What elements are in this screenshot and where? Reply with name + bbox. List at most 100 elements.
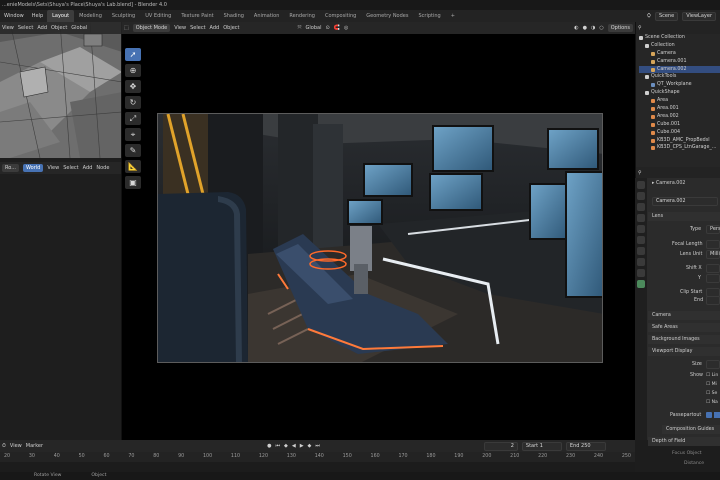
timeline-menu-view[interactable]: View	[10, 443, 22, 449]
node-menu-select[interactable]: Select	[63, 165, 78, 171]
outliner-item[interactable]: Area	[639, 97, 720, 105]
outliner-item[interactable]: Camera.001	[639, 58, 720, 66]
play-button[interactable]: ▶	[300, 443, 304, 449]
outliner-item[interactable]: Cube.004	[639, 129, 720, 137]
timeline-ruler[interactable]: 20 30 40 50 60 70 80 90 100 110 120 130 140 150 160 170…	[0, 452, 635, 462]
node-world-button[interactable]: World	[23, 164, 44, 172]
tab-world-icon[interactable]	[637, 236, 645, 244]
shading-material-icon[interactable]: ◑	[591, 25, 595, 31]
jump-end-button[interactable]: ⏭	[315, 443, 320, 449]
shift-x-field[interactable]	[706, 264, 720, 273]
camera-section-header[interactable]: Camera	[648, 311, 720, 320]
tab-scripting[interactable]: Scripting	[413, 10, 445, 22]
camera-data-field[interactable]: Camera.002	[652, 197, 718, 206]
move-tool[interactable]: ✥	[125, 80, 141, 93]
left-view-menu-select[interactable]: Select	[18, 25, 33, 31]
viewport-display-section-header[interactable]: Viewport Display	[648, 347, 720, 356]
left-view-menu-object[interactable]: Object	[51, 25, 67, 31]
end-frame-field[interactable]: End 250	[565, 441, 606, 451]
node-menu-node[interactable]: Node	[96, 165, 109, 171]
overlay-icon[interactable]: ◐	[574, 25, 578, 31]
outliner-item[interactable]: QT_Workplane	[639, 81, 720, 89]
options-button[interactable]: Options	[607, 24, 633, 32]
type-dropdown[interactable]: Pers	[706, 225, 720, 234]
depth-of-field-section-header[interactable]: Depth of Field	[648, 437, 720, 446]
outliner-scene-collection[interactable]: Scene Collection	[639, 34, 720, 42]
play-reverse-button[interactable]: ◀	[292, 443, 296, 449]
viewport-menu-object[interactable]: Object	[223, 25, 239, 31]
timeline-body[interactable]	[0, 462, 635, 472]
node-menu-add[interactable]: Add	[83, 165, 93, 171]
composition-guides-section-header[interactable]: Composition Guides	[662, 425, 720, 434]
left-3d-viewport[interactable]	[0, 22, 122, 158]
viewport-menu-select[interactable]: Select	[190, 25, 205, 31]
shift-y-field[interactable]	[706, 274, 720, 283]
show-limits-checkbox[interactable]: ☐ Lin	[706, 373, 718, 378]
lens-unit-dropdown[interactable]: Milli	[706, 250, 720, 259]
outliner-item[interactable]: Camera	[639, 50, 720, 58]
annotate-tool[interactable]: ✎	[125, 144, 141, 157]
viewport-menu-add[interactable]: Add	[210, 25, 220, 31]
tab-shading[interactable]: Shading	[219, 10, 249, 22]
node-menu-view[interactable]: View	[47, 165, 59, 171]
outliner-item[interactable]: Collection	[639, 42, 720, 50]
left-view-menu-add[interactable]: Add	[37, 25, 47, 31]
left-view-menu-view[interactable]: View	[2, 25, 14, 31]
rotate-tool[interactable]: ↻	[125, 96, 141, 109]
transform-orient-dropdown[interactable]: Global	[306, 25, 322, 31]
jump-start-button[interactable]: ⏮	[275, 443, 280, 449]
tab-view-layer-icon[interactable]	[637, 214, 645, 222]
outliner-item[interactable]: Camera.002	[639, 65, 720, 74]
mode-dropdown[interactable]: Object Mode	[132, 24, 171, 32]
cursor-tool[interactable]: ⊕	[125, 64, 141, 77]
properties-search-icon[interactable]: ⚲	[638, 170, 642, 176]
tab-constraints-icon[interactable]	[637, 269, 645, 277]
tab-rendering[interactable]: Rendering	[284, 10, 320, 22]
scene-field[interactable]: Scene	[654, 11, 679, 21]
show-name-checkbox[interactable]: ☐ Na	[706, 400, 718, 405]
outliner-item[interactable]: Cube.001	[639, 121, 720, 129]
prev-key-button[interactable]: ◆	[284, 443, 288, 449]
passepartout-value-field[interactable]	[714, 412, 720, 418]
snap-icon[interactable]: 🧲	[334, 25, 340, 31]
next-key-button[interactable]: ◆	[308, 443, 312, 449]
lens-section-header[interactable]: Lens	[648, 212, 720, 221]
tab-camera-data-icon[interactable]	[637, 280, 645, 288]
tab-layout[interactable]: Layout	[47, 10, 75, 22]
outliner-item[interactable]: Area.001	[639, 105, 720, 113]
viewport-menu-view[interactable]: View	[174, 25, 186, 31]
view-layer-field[interactable]: ViewLayer	[682, 11, 716, 21]
node-editor-type-button[interactable]: Ro...	[2, 164, 19, 172]
tab-modifier-icon[interactable]	[637, 258, 645, 266]
timeline-menu-marker[interactable]: Marker	[26, 443, 43, 449]
clip-end-field[interactable]	[706, 296, 720, 305]
menu-help[interactable]: Help	[28, 10, 47, 22]
tab-texture-paint[interactable]: Texture Paint	[176, 10, 218, 22]
transform-tool[interactable]: ⌖	[125, 128, 141, 141]
current-frame-field[interactable]: 2	[483, 441, 518, 451]
proportional-icon[interactable]: ◎	[344, 25, 348, 31]
outliner-item[interactable]: QuickShape	[639, 89, 720, 97]
tab-object-icon[interactable]	[637, 247, 645, 255]
shading-rendered-icon[interactable]: ○	[599, 25, 603, 31]
start-frame-field[interactable]: Start 1	[521, 441, 562, 451]
tab-output-icon[interactable]	[637, 203, 645, 211]
measure-tool[interactable]: 📐	[125, 160, 141, 173]
pivot-icon[interactable]: ⊙	[326, 25, 330, 31]
focal-length-field[interactable]	[706, 240, 720, 249]
outliner-item[interactable]: QuickTools	[639, 73, 720, 81]
left-view-orient[interactable]: Global	[71, 25, 87, 31]
add-cube-tool[interactable]: ▣	[125, 176, 141, 189]
tab-sculpting[interactable]: Sculpting	[107, 10, 140, 22]
tab-compositing[interactable]: Compositing	[320, 10, 361, 22]
outliner-item[interactable]: Area.002	[639, 113, 720, 121]
add-workspace-button[interactable]: +	[446, 10, 460, 22]
scale-tool[interactable]: ⤢	[125, 112, 141, 125]
tab-modeling[interactable]: Modeling	[74, 10, 107, 22]
tab-geometry-nodes[interactable]: Geometry Nodes	[361, 10, 413, 22]
outliner-item[interactable]: KB3D_CPS_LtnGarage_...	[639, 144, 720, 152]
node-editor[interactable]: Ro... World View Select Add Node	[0, 158, 122, 440]
passepartout-checkbox[interactable]	[706, 412, 712, 418]
outliner-item[interactable]: KB3D_AMC_PropBedsl	[639, 137, 720, 145]
outliner-filter-icon[interactable]: ⚲	[638, 25, 642, 31]
